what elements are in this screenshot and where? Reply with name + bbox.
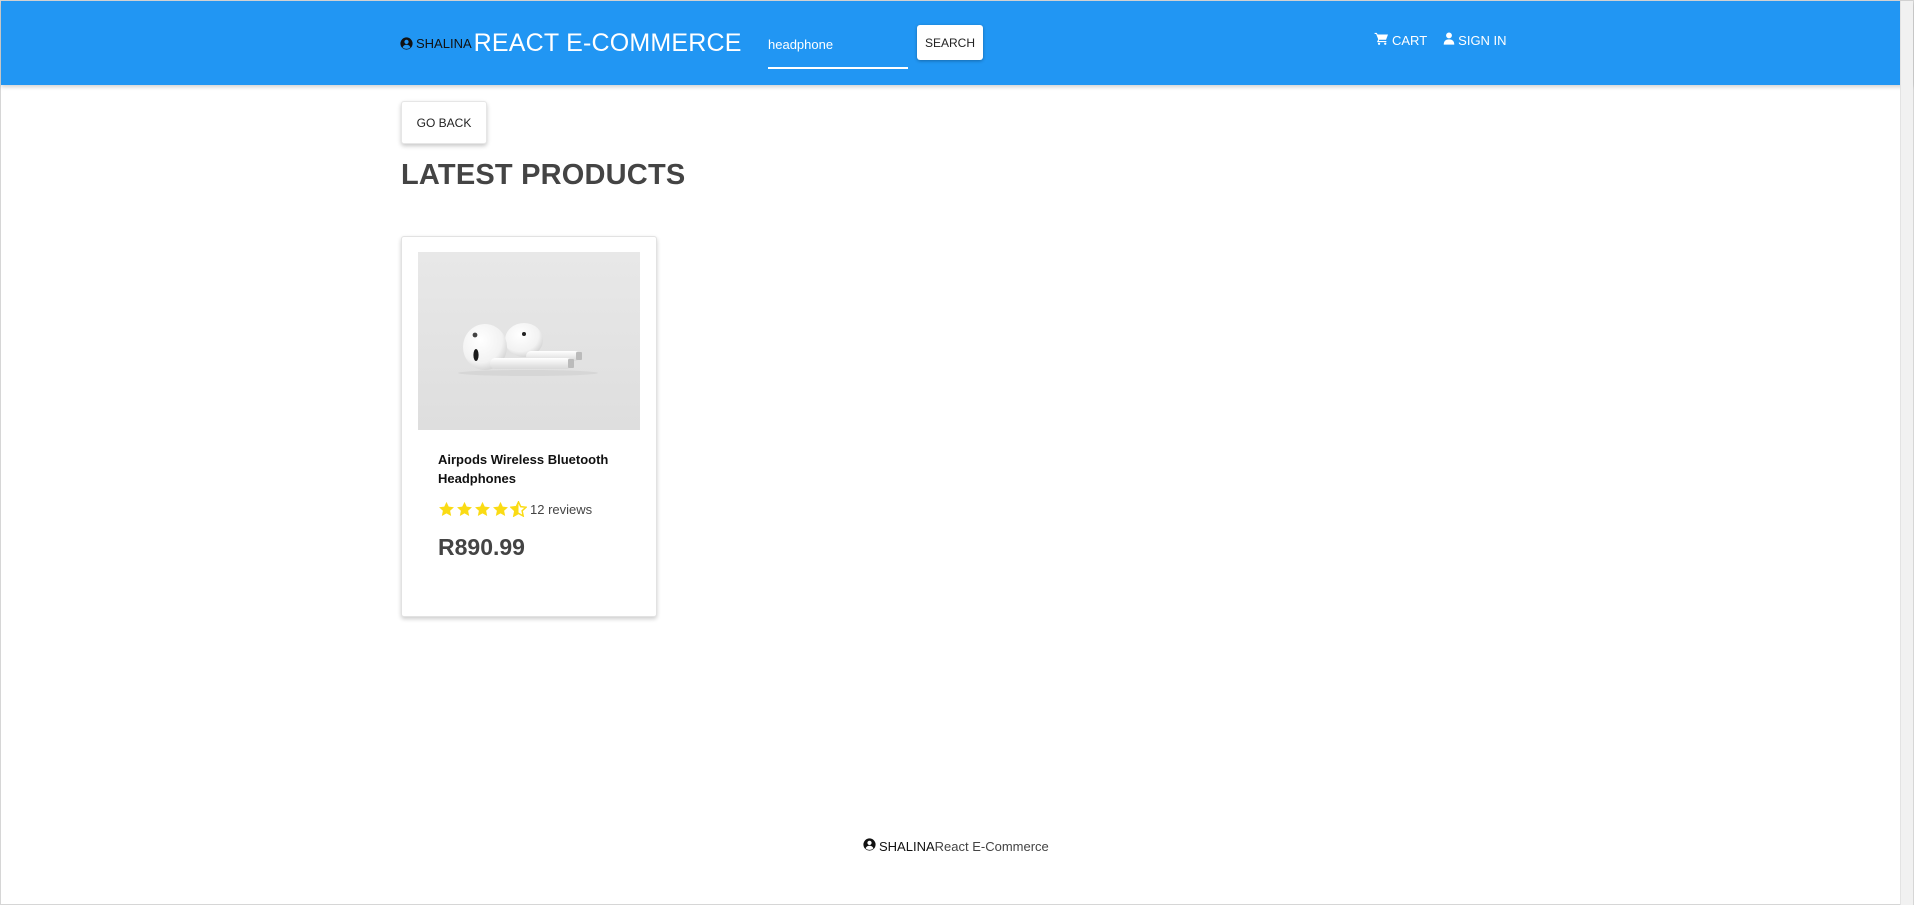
cart-label: CART: [1392, 32, 1428, 48]
sign-in-link[interactable]: SIGN IN: [1443, 32, 1507, 48]
go-back-button[interactable]: GO BACK: [401, 101, 487, 144]
brand[interactable]: SHALINA REACT E-COMMERCE: [400, 28, 742, 58]
search-input[interactable]: [768, 32, 906, 56]
cart-link[interactable]: CART: [1374, 32, 1427, 48]
star-half-icon: [510, 501, 527, 517]
brand-name: SHALINA: [416, 35, 472, 51]
product-card[interactable]: Airpods Wireless Bluetooth Headphones 12…: [401, 236, 657, 617]
scrollbar[interactable]: [1900, 1, 1913, 905]
user-circle-icon: [400, 36, 413, 50]
page: SHALINA REACT E-COMMERCE SEARCH CART: [0, 0, 1914, 905]
product-price: R890.99: [438, 534, 525, 560]
footer-brand-name: SHALINA: [879, 838, 935, 854]
section-title: LATEST PRODUCTS: [401, 159, 686, 191]
star-icon: [438, 501, 455, 517]
user-icon: [1443, 32, 1455, 48]
navbar: SHALINA REACT E-COMMERCE SEARCH CART: [1, 1, 1913, 85]
search-button[interactable]: SEARCH: [917, 25, 983, 60]
star-icon: [492, 501, 509, 517]
app-title: REACT E-COMMERCE: [473, 28, 742, 57]
search-field: [768, 25, 908, 69]
review-count: 12 reviews: [530, 501, 593, 517]
sign-in-label: SIGN IN: [1458, 32, 1507, 48]
star-icon: [456, 501, 473, 517]
cart-icon: [1374, 32, 1389, 48]
rating-stars: [438, 501, 527, 517]
user-circle-icon: [863, 838, 876, 854]
product-rating: 12 reviews: [438, 501, 592, 517]
product-name[interactable]: Airpods Wireless Bluetooth Headphones: [438, 450, 638, 488]
star-icon: [474, 501, 491, 517]
footer: SHALINA React E-Commerce: [863, 838, 1049, 854]
airpods-image[interactable]: [418, 252, 640, 430]
nav-links: CART SIGN IN: [1374, 32, 1507, 48]
footer-text: React E-Commerce: [934, 838, 1049, 854]
